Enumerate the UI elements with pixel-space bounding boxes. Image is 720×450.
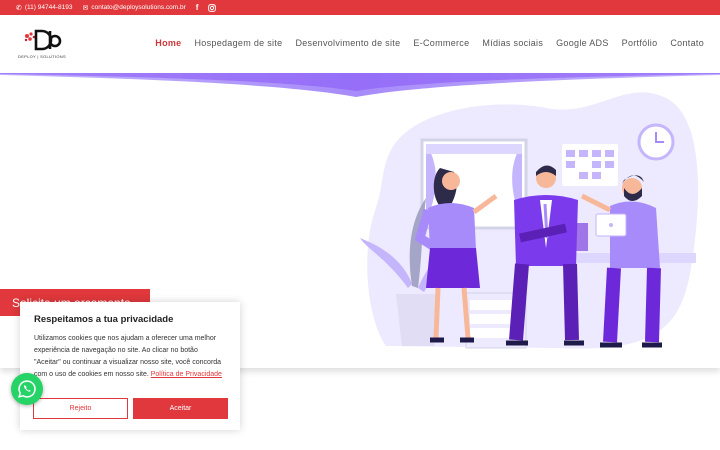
phone-icon: ✆: [16, 4, 22, 12]
nav-home[interactable]: Home: [155, 38, 181, 48]
top-bar: ✆ (11) 94744-8193 ✉ contato@deploysoluti…: [0, 0, 720, 15]
nav-ecommerce[interactable]: E-Commerce: [413, 38, 469, 48]
nav-hospedagem[interactable]: Hospedagem de site: [194, 38, 282, 48]
whatsapp-icon: [18, 380, 36, 398]
clock-icon: [637, 123, 675, 161]
site-header: DEPLOY | SOLUTIONS Home Hospedagem de si…: [0, 15, 720, 73]
calendar-board-icon: [562, 144, 618, 186]
cookie-consent-dialog: Respeitamos a tua privacidade Utilizamos…: [20, 302, 240, 430]
site-logo[interactable]: DEPLOY | SOLUTIONS: [18, 28, 74, 62]
cookie-buttons: Rejeito Aceitar: [33, 398, 228, 419]
privacy-policy-link[interactable]: Política de Privacidade: [151, 371, 222, 378]
nav-google-ads[interactable]: Google ADS: [556, 38, 609, 48]
email-address: contato@deploysolutions.com.br: [91, 4, 186, 11]
main-nav: Home Hospedagem de site Desenvolvimento …: [155, 38, 704, 48]
accept-cookies-button[interactable]: Aceitar: [133, 398, 228, 419]
whatsapp-button[interactable]: [11, 373, 43, 405]
nav-desenvolvimento[interactable]: Desenvolvimento de site: [295, 38, 400, 48]
team-illustration: [360, 92, 699, 349]
reject-cookies-button[interactable]: Rejeito: [33, 398, 128, 419]
phone-number: (11) 94744-8193: [24, 4, 73, 11]
logo-mark-icon: [24, 29, 62, 51]
instagram-icon[interactable]: [208, 3, 217, 12]
nav-midias-sociais[interactable]: Mídias sociais: [482, 38, 543, 48]
cookie-text: Utilizamos cookies que nos ajudam a ofer…: [34, 333, 226, 381]
phone-contact[interactable]: ✆ (11) 94744-8193: [16, 4, 72, 12]
logo-text: DEPLOY | SOLUTIONS: [18, 54, 66, 59]
mail-icon: ✉: [82, 4, 89, 12]
nav-contato[interactable]: Contato: [670, 38, 704, 48]
email-contact[interactable]: ✉ contato@deploysolutions.com.br: [82, 4, 185, 12]
facebook-icon[interactable]: f: [196, 3, 199, 12]
cookie-title: Respeitamos a tua privacidade: [34, 314, 174, 325]
nav-portfolio[interactable]: Portfólio: [622, 38, 658, 48]
